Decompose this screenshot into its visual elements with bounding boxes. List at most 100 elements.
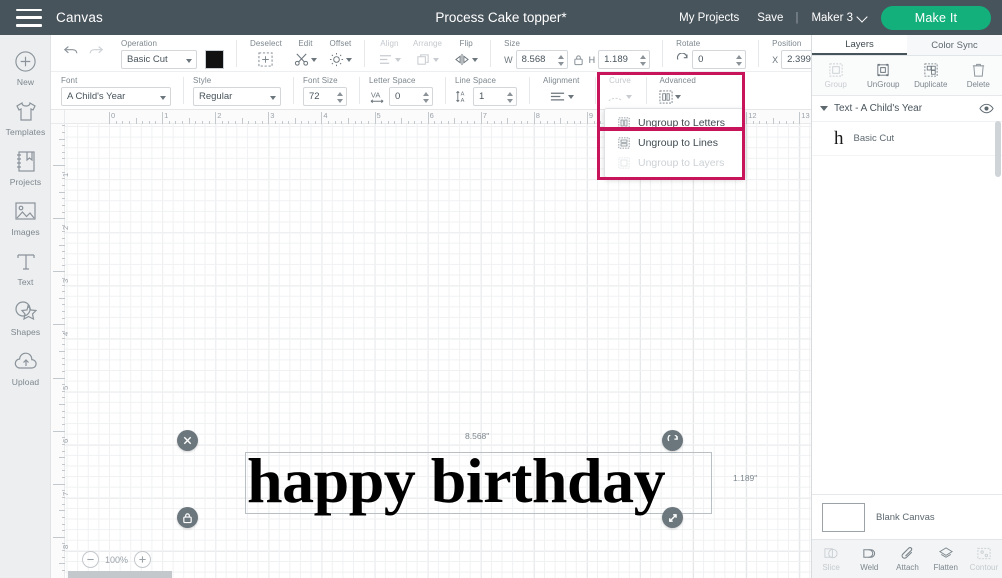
style-control: Style Regular <box>191 72 287 107</box>
chevron-down-icon <box>433 58 439 62</box>
arrange-icon <box>416 53 431 67</box>
sidebar-item-new[interactable]: New <box>0 43 51 93</box>
style-select[interactable]: Regular <box>193 87 281 106</box>
curve-label: Curve <box>609 72 631 86</box>
flatten-button[interactable]: Flatten <box>927 540 965 578</box>
spinner-icon[interactable] <box>423 92 429 103</box>
ruler-number: 5 <box>61 385 70 389</box>
ruler-minor-tick <box>288 121 289 124</box>
ungroup-button[interactable]: UnGroup <box>860 56 908 95</box>
contour-button[interactable]: Contour <box>965 540 1002 578</box>
sidebar-item-images[interactable]: Images <box>0 193 51 243</box>
zoom-out-button[interactable] <box>82 551 99 568</box>
duplicate-button[interactable]: Duplicate <box>907 56 955 95</box>
undo-redo-group <box>51 35 114 72</box>
sidebar-item-text[interactable]: Text <box>0 243 51 293</box>
sidebar-item-templates[interactable]: Templates <box>0 93 51 143</box>
spinner-icon[interactable] <box>736 55 742 66</box>
blank-canvas-swatch[interactable] <box>822 503 865 532</box>
curve-control[interactable]: Curve <box>603 72 640 107</box>
machine-selector[interactable]: Maker 3 <box>801 12 875 24</box>
letter-space-group: Letter Space VA 0 <box>360 72 446 109</box>
save-button[interactable]: Save <box>748 12 792 24</box>
layer-row-basic-cut[interactable]: h Basic Cut <box>812 122 1002 156</box>
ruler-minor-tick <box>361 121 362 124</box>
ruler-tick <box>53 431 65 432</box>
deselect-control[interactable]: Deselect <box>244 35 288 70</box>
ruler-minor-tick <box>474 121 475 124</box>
ungroup-lines-icon <box>618 137 630 149</box>
font-size-input[interactable]: 72 <box>303 87 347 106</box>
font-size-label: Font Size <box>303 72 338 86</box>
duplicate-label: Duplicate <box>914 80 947 89</box>
my-projects-link[interactable]: My Projects <box>670 12 748 24</box>
ruler-tick <box>799 112 800 124</box>
resize-handle[interactable] <box>662 507 683 528</box>
operation-select[interactable]: Basic Cut <box>121 50 197 69</box>
rotate-input[interactable]: 0 <box>692 50 746 69</box>
spinner-icon[interactable] <box>507 92 513 103</box>
artwork-text-happy-birthday[interactable]: happy birthday <box>247 443 717 519</box>
tab-layers[interactable]: Layers <box>812 35 907 55</box>
book-icon <box>13 149 38 174</box>
hamburger-menu-icon[interactable] <box>16 9 42 27</box>
ruler-minor-tick <box>62 132 65 133</box>
letter-space-input[interactable]: 0 <box>389 87 433 106</box>
advanced-dropdown-menu: Ungroup to Letters Ungroup to Lines Ungr… <box>604 108 745 178</box>
rotate-group: Rotate 0 <box>663 35 759 72</box>
sidebar-item-projects[interactable]: Projects <box>0 143 51 193</box>
menu-item-ungroup-to-lines[interactable]: Ungroup to Lines <box>605 133 744 153</box>
flip-icon <box>454 53 470 66</box>
spinner-icon[interactable] <box>337 92 343 103</box>
blank-canvas-row[interactable]: Blank Canvas <box>812 494 1002 539</box>
tab-color-sync[interactable]: Color Sync <box>907 35 1002 55</box>
width-dimension-label: 8.568" <box>465 431 489 441</box>
eye-icon[interactable] <box>979 103 994 114</box>
ungroup-label: UnGroup <box>867 80 899 89</box>
delete-button[interactable]: Delete <box>955 56 1002 95</box>
menu-item-ungroup-to-letters[interactable]: Ungroup to Letters <box>605 113 744 133</box>
flip-control[interactable]: Flip <box>448 35 484 70</box>
redo-icon[interactable] <box>88 44 104 63</box>
undo-icon[interactable] <box>63 44 79 63</box>
operation-color-swatch[interactable] <box>205 50 224 69</box>
zoom-in-button[interactable] <box>134 551 151 568</box>
edit-control[interactable]: Edit <box>288 35 323 70</box>
line-space-input[interactable]: 1 <box>473 87 517 106</box>
sidebar-item-shapes[interactable]: Shapes <box>0 293 51 343</box>
align-control[interactable]: Align <box>372 35 407 70</box>
delete-handle[interactable] <box>177 430 198 451</box>
spinner-icon[interactable] <box>640 55 646 66</box>
advanced-control[interactable]: Advanced <box>654 72 701 107</box>
ruler-minor-tick <box>773 118 774 124</box>
layer-group-header[interactable]: Text - A Child's Year <box>812 96 1002 122</box>
alignment-control[interactable]: Alignment <box>537 72 589 107</box>
collapse-triangle-icon[interactable] <box>820 106 828 111</box>
aspect-lock-icon[interactable] <box>573 54 584 66</box>
offset-control[interactable]: Offset <box>323 35 358 70</box>
ruler-minor-tick <box>275 121 276 124</box>
size-width-input[interactable]: 8.568 <box>516 50 568 69</box>
spinner-icon[interactable] <box>558 55 564 66</box>
design-canvas[interactable]: happy birthday 8.568" 1.189" 01234567891… <box>51 110 811 578</box>
attach-button[interactable]: Attach <box>888 540 926 578</box>
ruler-number: 8 <box>536 111 540 120</box>
group-button[interactable]: Group <box>812 56 860 95</box>
lock-aspect-handle[interactable] <box>177 507 198 528</box>
sidebar-item-upload[interactable]: Upload <box>0 343 51 393</box>
rotate-handle[interactable] <box>662 430 683 451</box>
font-select[interactable]: A Child's Year <box>61 87 171 106</box>
weld-button[interactable]: Weld <box>850 540 888 578</box>
size-label: Size <box>504 35 520 49</box>
ruler-number: 1 <box>164 111 168 120</box>
slice-button[interactable]: Slice <box>812 540 850 578</box>
make-it-button[interactable]: Make It <box>881 6 991 30</box>
main-toolbar: Operation Basic Cut Deselect <box>51 35 811 72</box>
left-sidebar: New Templates Projects Images Text <box>0 35 51 578</box>
horizontal-scrollbar[interactable] <box>68 571 172 578</box>
zoom-control: 100% <box>82 551 151 568</box>
size-height-input[interactable]: 1.189 <box>598 50 650 69</box>
arrange-control[interactable]: Arrange <box>407 35 448 70</box>
ruler-tick <box>534 112 535 124</box>
panel-scrollbar[interactable] <box>995 121 1001 177</box>
